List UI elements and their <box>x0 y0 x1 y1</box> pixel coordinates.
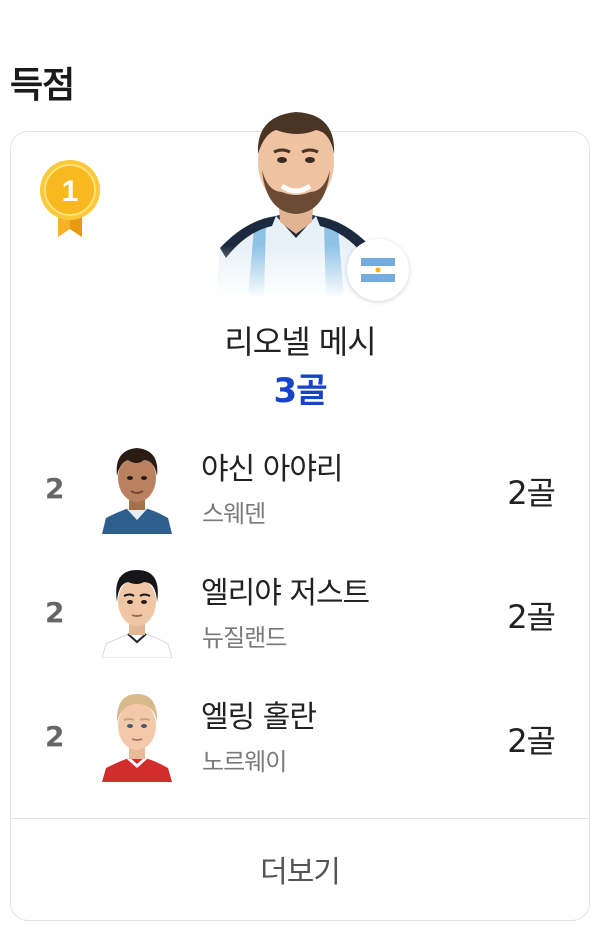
player-rank: 2 <box>45 472 65 505</box>
player-goal-count: 2골 <box>507 598 556 636</box>
player-team: 뉴질랜드 <box>202 624 287 652</box>
more-button[interactable]: 더보기 <box>11 819 589 919</box>
player-rank: 2 <box>45 720 65 753</box>
player-team: 스웨덴 <box>202 500 266 528</box>
player-goal-count: 2골 <box>507 474 556 512</box>
player-rank: 2 <box>45 596 65 629</box>
argentina-flag-icon <box>361 258 395 282</box>
player-goal-count: 2골 <box>507 722 556 760</box>
leader-player-name[interactable]: 리오넬 메시 <box>11 317 589 363</box>
player-name: 엘리야 저스트 <box>201 576 370 611</box>
gold-medal-icon: 1 <box>39 159 103 239</box>
top-scorers-card: 1 리오넬 메시 3골 2 야신 아야리 스웨덴 2골 2 엘리야 저스트 뉴질… <box>10 88 590 921</box>
player-avatar <box>100 688 174 782</box>
list-item[interactable]: 2 야신 아야리 스웨덴 2골 <box>11 440 589 550</box>
player-name: 엘링 홀란 <box>201 700 317 735</box>
player-avatar <box>100 564 174 659</box>
player-name: 야신 아야리 <box>201 452 344 487</box>
leader-goal-count: 3골 <box>273 371 328 411</box>
list-item[interactable]: 2 엘리야 저스트 뉴질랜드 2골 <box>11 564 589 674</box>
player-team: 노르웨이 <box>202 748 287 776</box>
player-avatar <box>100 440 174 534</box>
medal-rank-label: 1 <box>62 175 79 208</box>
list-item[interactable]: 2 엘링 홀란 노르웨이 2골 <box>11 688 589 798</box>
section-title: 득점 <box>10 65 75 106</box>
country-flag-badge <box>347 239 409 301</box>
